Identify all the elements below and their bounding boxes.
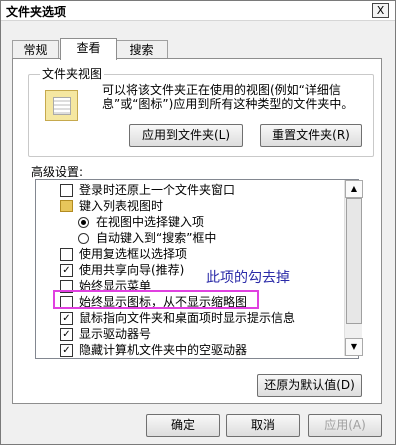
apply-to-folders-button[interactable]: 应用到文件夹(L) [129,124,243,147]
tab-general[interactable]: 常规 [12,40,59,59]
advanced-settings-list[interactable]: 登录时还原上一个文件夹窗口 键入列表视图时 在视图中选择键入项 自动键入到“搜索… [35,179,359,359]
list-item-label: 隐藏计算机文件夹中的空驱动器 [79,343,248,357]
annotation-text: 此项的勾去掉 [206,270,290,286]
title-bar: 文件夹选项 X [1,1,395,21]
list-item-label: 键入列表视图时 [79,199,164,213]
checkbox-show-popup-descriptions[interactable]: ✓ [60,312,73,325]
tab-search[interactable]: 搜索 [115,40,168,59]
ok-button[interactable]: 确定 [146,414,220,437]
apply-button[interactable]: 应用(A) [308,414,382,437]
scroll-thumb[interactable] [346,198,362,324]
list-item-label: 登录时还原上一个文件夹窗口 [79,183,236,197]
window-title: 文件夹选项 [6,5,67,19]
list-item-label: 在视图中选择键入项 [96,215,205,229]
scroll-up-button[interactable]: ▲ [345,180,363,198]
checkbox-restore-windows[interactable] [60,184,73,197]
restore-defaults-button[interactable]: 还原为默认值(D) [257,374,362,397]
list-item-label: 显示驱动器号 [79,327,152,341]
list-item-label: 自动键入到“搜索”框中 [96,231,217,245]
folder-view-icon [45,90,78,121]
folder-view-group-label: 文件夹视图 [40,65,105,82]
advanced-settings-label: 高级设置: [31,165,84,179]
cancel-button[interactable]: 取消 [226,414,300,437]
close-button[interactable]: X [372,3,389,18]
list-scrollbar[interactable]: ▲ ▼ [344,180,363,356]
reset-folders-button[interactable]: 重置文件夹(R) [260,124,362,147]
checkbox-show-drive-letters[interactable]: ✓ [60,328,73,341]
list-item-label: 使用复选框以选择项 [79,247,188,261]
radio-auto-type-search[interactable] [78,233,89,244]
checkbox-hide-empty-drives[interactable]: ✓ [60,344,73,357]
folder-options-dialog: 文件夹选项 X 常规 查看 搜索 文件夹视图 可以将该文件夹正在使用的视图(例如… [0,0,396,445]
list-item-label: 使用共享向导(推荐) [79,263,185,277]
folder-view-description: 可以将该文件夹正在使用的视图(例如“详细信息”或“图标”)应用到所有这种类型的文… [102,83,354,111]
scroll-down-button[interactable]: ▼ [345,338,363,356]
checkbox-use-checkboxes[interactable] [60,248,73,261]
radio-select-typed-item[interactable] [78,217,89,228]
checkbox-sharing-wizard[interactable]: ✓ [60,264,73,277]
tab-view[interactable]: 查看 [60,38,117,60]
list-item-label: 鼠标指向文件夹和桌面项时显示提示信息 [79,311,296,325]
folder-icon [60,200,73,212]
annotation-highlight-box [53,290,259,309]
